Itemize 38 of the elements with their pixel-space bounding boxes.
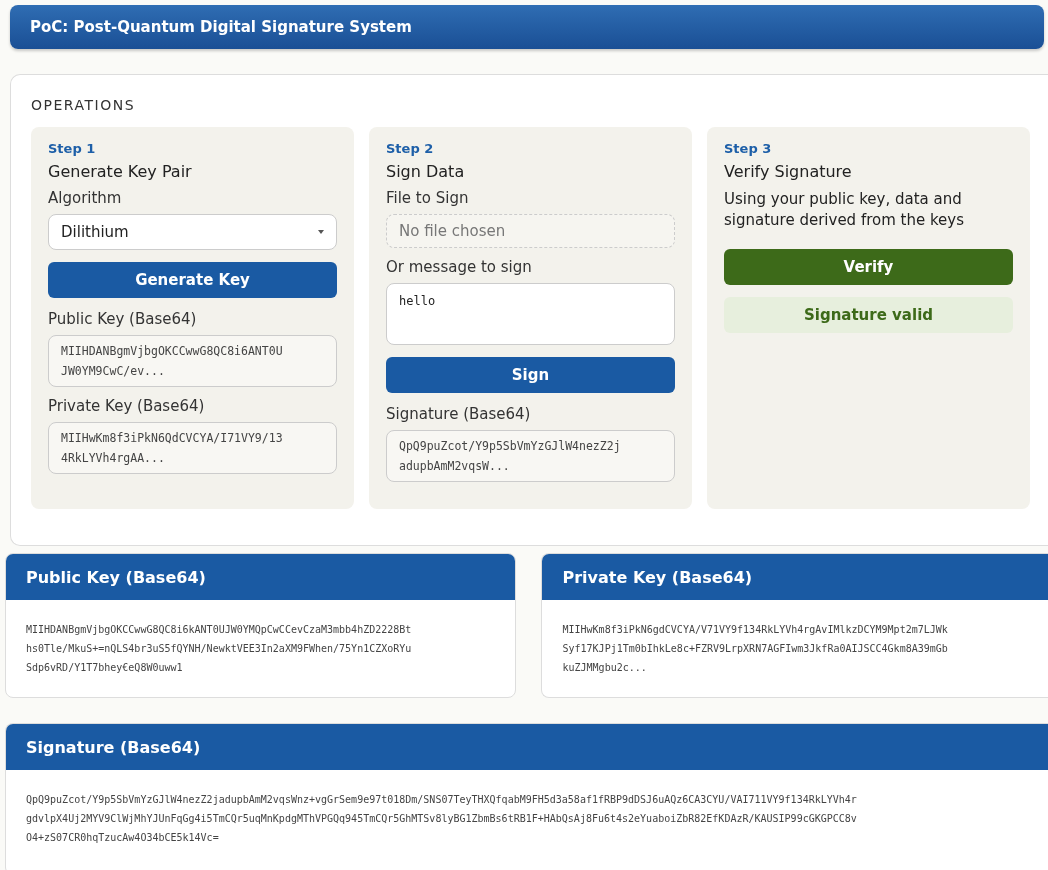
step-label: Step 2 [386, 141, 435, 156]
section-title: OPERATIONS [31, 97, 137, 113]
caret-icon [318, 230, 324, 234]
private-key-field[interactable]: MIIHwKm8f3iPkN6QdCVCYA/I71VY9/13 4RkLYVh4rgAA... [48, 422, 337, 474]
step-title: Generate Key Pair [48, 162, 193, 181]
field-label: Signature (Base64) [386, 405, 532, 423]
panel-header: Public Key (Base64) [6, 554, 516, 600]
step-title: Sign Data [386, 162, 466, 181]
key-text-line: MIIHwKm8f3iPkN6gdCVCYA/V71VY9f134RkLYVh4rgAvIMlkzDCYM9Mpt2m7LJWk [562, 623, 949, 637]
step-label: Step 3 [724, 141, 773, 156]
verification-result: Signature valid [724, 297, 1013, 333]
step-description: Using your public key, data and signature derived from the keys [724, 189, 966, 231]
app-title: PoC: Post-Quantum Digital Signature System [30, 18, 412, 36]
field-label: Or message to sign [386, 258, 533, 276]
signature-text-line: QpQ9puZcot/Y9p5SbVmYzGJlW4nezZ2jadupbAmM2vqsWnz+vgGrSem9e97t018Dm/SNS07TeyTHXQfqabM9FH5d3a58af1fRBP9dDSJ6uAQz6CA3CYU/VAI711VY9f134RkLYVh4r [26, 793, 858, 807]
public-key-field[interactable]: MIIHDANBgmVjbgOKCCwwG8QC8i6ANT0U JW0YM9CwC/ev... [48, 335, 337, 387]
key-text-line: kuZJMMgbu2c... [562, 661, 648, 675]
field-label: Public Key (Base64) [48, 310, 198, 328]
generate-key-button[interactable]: Generate Key [48, 262, 337, 298]
step-title: Verify Signature [724, 162, 853, 181]
field-label: Algorithm [48, 189, 123, 207]
key-text-line: Sdp6vRD/Y1T7bhey€eQ8W0uww1 [26, 661, 184, 675]
field-label: Private Key (Base64) [48, 397, 206, 415]
key-text-line: hs0Tle/MkuS+=nQLS4br3uS5fQYNH/NewktVEE3In2aXM9FWhen/75Yn1CZXoRYu [26, 642, 413, 656]
field-label: File to Sign [386, 189, 470, 207]
signature-text-line: gdvlpX4Uj2MYV9ClWjMhYJUnFqGg4i5TmCQr5uqMnKpdgMThVPGQq945TmCQr5GhMTSv8lyBG1ZbmBs6tRB1F+HAbQsAj8Fu6t4s2eYuaboiZbR82EfKDAzR/KAUSIP99cGKGPCC8v [26, 812, 858, 826]
key-text-line: MIIHDANBgmVjbgOKCCwwG8QC8i6kANT0UJW0YMQpCwCCevCzaM3mbb4hZD2228Bt [26, 623, 413, 637]
message-field[interactable]: hello [386, 283, 675, 345]
signature-field[interactable]: QpQ9puZcot/Y9p5SbVmYzGJlW4nezZ2j adupbAmM2vqsW... [386, 430, 675, 482]
algorithm-select[interactable]: Dilithium [48, 214, 337, 250]
verify-button[interactable]: Verify [724, 249, 1013, 285]
key-text-line: Syf17KJPj1Tm0bIhkLe8c+FZRV9LrpXRN7AGFIwm3JkfRa0AIJSCC4Gkm8A39mGb [562, 642, 949, 656]
sign-button[interactable]: Sign [386, 357, 675, 393]
step-label: Step 1 [48, 141, 97, 156]
signature-text-line: O4+zS07CR0hqTzucAw4O34bCE5k14Vc= [26, 831, 220, 845]
panel-header: Signature (Base64) [6, 724, 1048, 770]
panel-header: Private Key (Base64) [542, 554, 1048, 600]
file-input[interactable]: No file chosen [386, 214, 675, 248]
